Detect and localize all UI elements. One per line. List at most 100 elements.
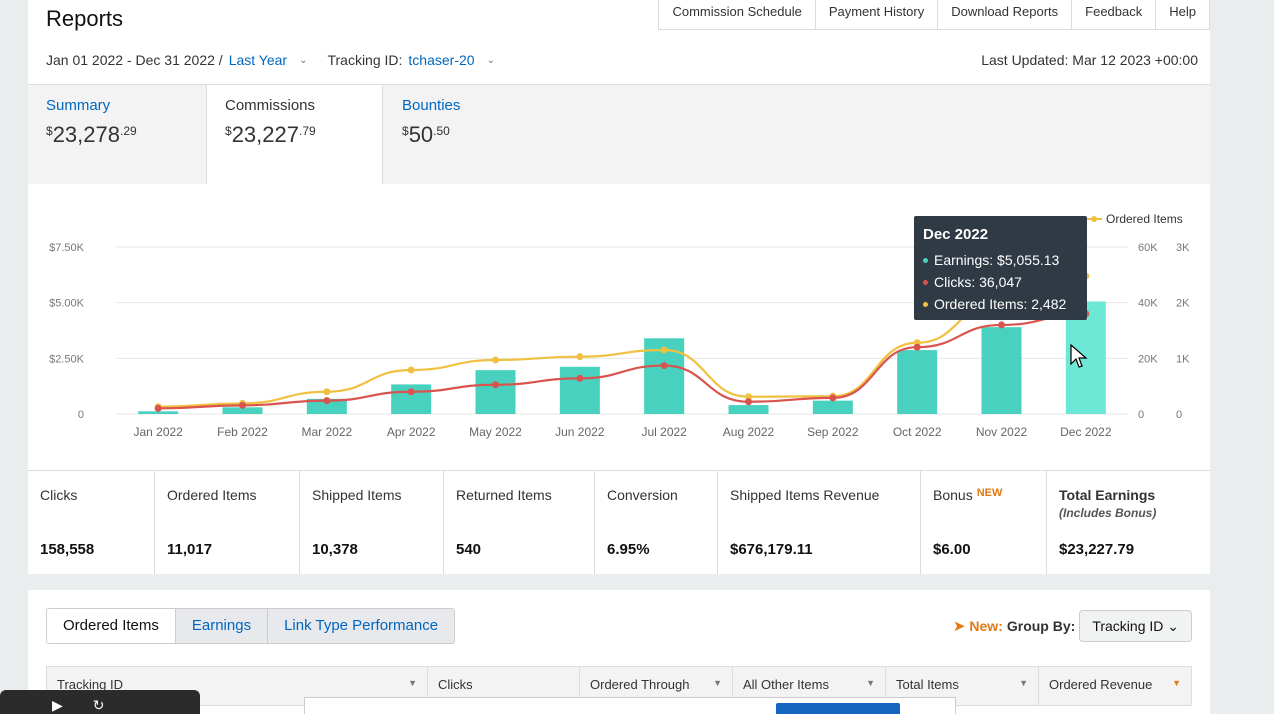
filters-row: Jan 01 2022 - Dec 31 2022 / Last Year ⌄ …	[46, 52, 509, 68]
earnings-bar	[728, 405, 769, 414]
y-right-items-tick: 1K	[1176, 353, 1190, 365]
chevron-down-icon[interactable]: ⌄	[487, 55, 495, 66]
help-link[interactable]: Help	[1156, 0, 1210, 29]
tab-label: Commissions	[225, 97, 316, 114]
series-point	[829, 394, 837, 402]
tab-earnings[interactable]: Earnings	[175, 609, 269, 643]
tab-label: Summary	[46, 97, 111, 114]
tab-ordered-items[interactable]: Ordered Items	[47, 609, 176, 643]
x-tick-label: Jan 2022	[133, 425, 183, 439]
video-player-controls: ▶ ↻	[0, 690, 200, 714]
metrics-row: Clicks 158,558 Ordered Items 11,017 Ship…	[28, 470, 1210, 574]
y-left-tick: $5.00K	[49, 298, 85, 310]
bounties-amount: $50.50	[402, 122, 450, 147]
series-point	[323, 397, 331, 405]
y-left-tick: $7.50K	[49, 242, 85, 254]
mouse-cursor-icon	[1070, 344, 1088, 368]
x-tick-label: Mar 2022	[301, 425, 352, 439]
commission-schedule-link[interactable]: Commission Schedule	[659, 0, 816, 29]
tooltip-row-ordered-items: Ordered Items: 2,482	[923, 293, 1078, 315]
series-point	[407, 388, 415, 396]
earnings-bar	[897, 350, 938, 414]
earnings-bar	[559, 366, 600, 414]
metric-total-earnings: Total Earnings (Includes Bonus) $23,227.…	[1059, 487, 1157, 558]
x-tick-label: Dec 2022	[1060, 425, 1112, 439]
new-badge: NEW	[976, 487, 1003, 499]
y-right-clicks-tick: 40K	[1138, 298, 1158, 310]
series-point	[323, 388, 331, 396]
sort-caret-icon: ▼	[1172, 678, 1181, 688]
series-point	[660, 362, 668, 370]
y-axis-right-items: 0 1K 2K 3K	[1176, 242, 1190, 421]
tooltip-row-earnings: Earnings: $5,055.13	[923, 249, 1078, 271]
y-left-tick: $2.50K	[49, 353, 85, 365]
x-axis-labels: Jan 2022 Feb 2022 Mar 2022 Apr 2022 May 2022…	[133, 425, 1111, 439]
date-range: Jan 01 2022 - Dec 31 2022 /	[46, 52, 223, 68]
x-tick-label: Nov 2022	[976, 425, 1028, 439]
y-left-tick: 0	[78, 409, 84, 421]
x-tick-label: Feb 2022	[217, 425, 268, 439]
series-point	[239, 401, 246, 409]
commissions-amount: $23,227.79	[225, 122, 316, 147]
series-point	[998, 321, 1005, 329]
series-point	[492, 381, 499, 389]
x-tick-label: May 2022	[469, 425, 522, 439]
tracking-id-dropdown[interactable]: tchaser-20	[408, 52, 474, 68]
y-axis-left: 0 $2.50K $5.00K $7.50K	[49, 242, 85, 421]
chevron-down-icon[interactable]: ⌄	[299, 55, 307, 66]
metric-returned-items: Returned Items 540	[444, 471, 595, 574]
play-icon[interactable]: ▶	[52, 697, 63, 714]
series-point	[576, 353, 584, 361]
metric-conversion: Conversion 6.95%	[595, 471, 718, 574]
rewind-icon[interactable]: ↻	[93, 697, 105, 714]
x-tick-label: Jul 2022	[641, 425, 687, 439]
group-by-label: Group By:	[1006, 618, 1076, 634]
period-dropdown[interactable]: Last Year	[229, 52, 287, 68]
tab-link-type-performance[interactable]: Link Type Performance	[268, 609, 455, 643]
series-point	[407, 366, 415, 374]
y-right-items-tick: 0	[1176, 409, 1182, 421]
new-label: New:	[969, 618, 1003, 634]
feedback-link[interactable]: Feedback	[1072, 0, 1157, 29]
tab-commissions[interactable]: Commissions $23,227.79	[206, 85, 383, 188]
report-table-panel: Ordered Items Earnings Link Type Perform…	[28, 590, 1210, 714]
tooltip-title: Dec 2022	[923, 226, 989, 243]
tooltip-row-clicks: Clicks: 36,047	[923, 271, 1078, 293]
chart-legend: Ordered Items	[1086, 212, 1183, 226]
chart-tooltip: Dec 2022 Earnings: $5,055.13 Clicks: 36,…	[914, 216, 1087, 320]
group-by: ➤ New: Group By: Tracking ID ⌄	[953, 610, 1192, 642]
report-header: Reports Commission Schedule Payment Hist…	[28, 0, 1210, 84]
top-links: Commission Schedule Payment History Down…	[658, 0, 1210, 30]
legend-label: Ordered Items	[1106, 212, 1183, 226]
y-right-items-tick: 2K	[1176, 298, 1190, 310]
series-point	[154, 404, 162, 412]
overlay-button[interactable]	[776, 703, 900, 714]
download-reports-link[interactable]: Download Reports	[938, 0, 1073, 29]
x-tick-label: Aug 2022	[723, 425, 775, 439]
series-point	[492, 356, 499, 364]
page-title: Reports	[46, 6, 124, 31]
group-by-select[interactable]: Tracking ID ⌄	[1079, 610, 1192, 642]
sort-caret-icon: ▼	[866, 678, 875, 688]
earnings-bar	[812, 400, 853, 414]
y-right-clicks-tick: 20K	[1138, 353, 1158, 365]
series-point	[745, 398, 752, 406]
tab-label: Bounties	[402, 97, 461, 114]
legend-swatch-dot	[1091, 216, 1097, 222]
earnings-bar	[981, 327, 1022, 414]
payment-history-link[interactable]: Payment History	[816, 0, 939, 29]
report-tabs: Ordered Items Earnings Link Type Perform…	[46, 608, 456, 644]
summary-amount: $23,278.29	[46, 122, 137, 147]
series-point	[576, 374, 584, 382]
rocket-icon: ➤	[952, 618, 966, 635]
col-ordered-revenue[interactable]: Ordered Revenue ▼	[1039, 667, 1191, 705]
series-point	[913, 343, 921, 351]
x-tick-label: Jun 2022	[555, 425, 605, 439]
x-tick-label: Sep 2022	[807, 425, 859, 439]
metric-ordered-items: Ordered Items 11,017	[155, 471, 300, 574]
tab-summary[interactable]: Summary $23,278.29	[28, 85, 206, 185]
metric-clicks: Clicks 158,558	[28, 471, 155, 574]
summary-tabs: Summary $23,278.29 Commissions $23,227.7…	[28, 84, 1210, 188]
tab-bounties[interactable]: Bounties $50.50	[384, 85, 544, 185]
sort-caret-icon: ▼	[408, 678, 417, 688]
